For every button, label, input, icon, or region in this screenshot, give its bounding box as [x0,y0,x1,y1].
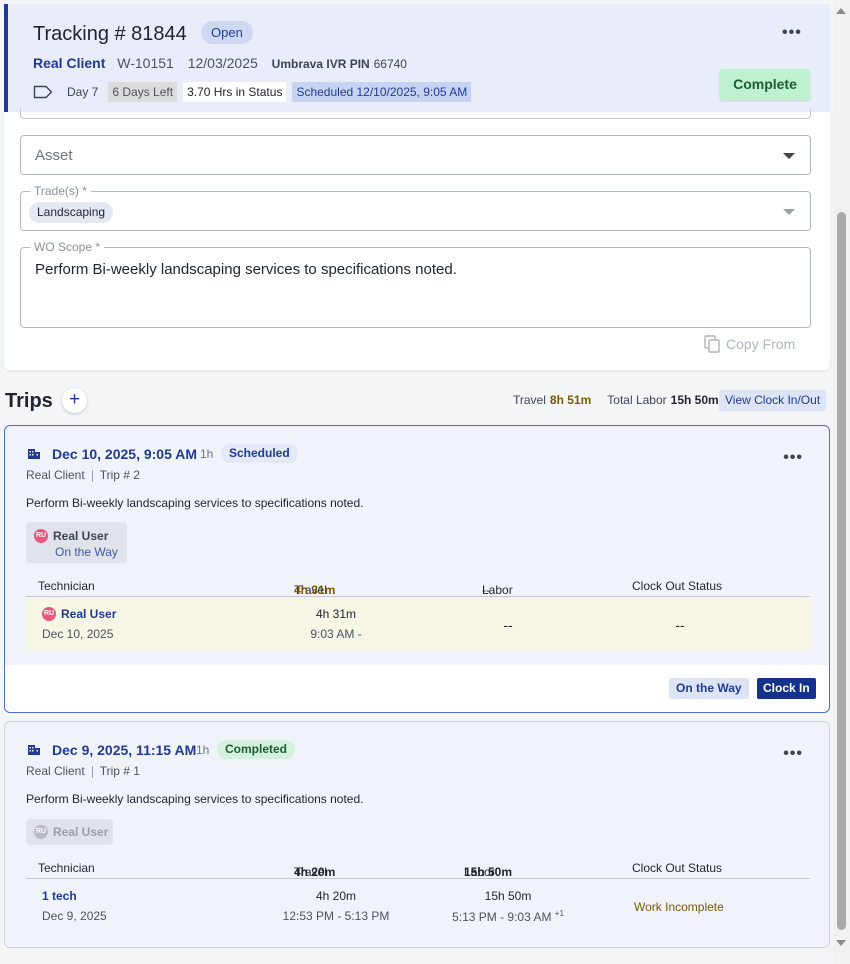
trips-title: Trips [5,390,53,412]
day-chip: Day 7 [67,85,99,99]
travel-value: 8h 51m [549,393,592,407]
trip-card[interactable]: Dec 9, 2025, 11:15 AM 1h Completed ••• R… [4,721,830,948]
scrollbar[interactable] [833,0,850,964]
chevron-down-icon [783,153,795,159]
scroll-down-icon[interactable] [836,940,846,946]
copy-icon [704,335,720,353]
asset-select[interactable]: Asset [20,135,811,175]
copy-from-button[interactable]: Copy From [704,335,795,353]
col-clock-out-status: Clock Out Status [632,579,723,593]
trip-actions: On the Way Clock In [5,665,829,712]
building-icon [27,742,41,756]
user-name: Real User [53,529,109,543]
client-link[interactable]: Real Client [33,55,105,71]
page-title: Tracking # 81844 [33,23,187,45]
previous-field[interactable] [20,108,811,119]
total-labor-value: 15h 50m [670,393,719,407]
ivr-pin: 66740 [373,57,407,71]
col-technician: Technician [38,861,95,875]
header-details: Real Client W-10151 12/03/2025 Umbrava I… [33,55,407,71]
wo-date: 12/03/2025 [187,55,258,71]
row-travel: 4h 31m [315,607,357,621]
trade-chip[interactable]: Landscaping [29,202,114,223]
more-options-icon[interactable]: ••• [783,450,803,466]
assigned-user-chip[interactable]: RU Real User On the Way [26,522,127,563]
user-name: Real User [53,825,109,839]
trip-client: Real Client [26,764,85,778]
on-the-way-button[interactable]: On the Way [669,678,749,699]
table-row[interactable]: 1 tech Dec 9, 2025 4h 20m 12:53 PM - 5:1… [26,880,810,932]
wo-scope-textarea[interactable]: WO Scope * Perform Bi-weekly landscaping… [20,240,811,328]
ivr-label: Umbrava IVR PIN [271,57,370,71]
trip-table-header: Technician Travel 4h 31m Labor -- Clock … [26,575,810,597]
complete-button[interactable]: Complete [720,69,810,100]
row-clock-out: -- [675,617,685,633]
scope-label: WO Scope * [30,240,105,254]
trips-summary: Travel 8h 51m Total Labor 15h 50m [513,393,719,407]
wo-number: W-10151 [117,55,174,71]
tag-icon [33,85,53,99]
avatar: RU [42,607,56,621]
row-technician[interactable]: 1 tech [42,889,77,903]
row-clock-out: Work Incomplete [634,900,724,914]
scope-text: Perform Bi-weekly landscaping services t… [35,261,457,278]
total-labor-label: Total Labor [607,393,667,407]
more-options-icon[interactable]: ••• [782,25,802,41]
trip-subtitle: Real Client Trip # 2 [26,468,140,482]
assigned-user-chip: RU Real User [26,819,113,845]
col-technician: Technician [38,579,95,593]
row-labor: -- [503,617,513,633]
trip-description: Perform Bi-weekly landscaping services t… [26,496,364,510]
trades-label: Trade(s) * [30,184,91,198]
scrollbar-thumb[interactable] [837,212,846,930]
trip-subtitle: Real Client Trip # 1 [26,764,140,778]
scroll-up-icon[interactable] [836,8,846,14]
trip-duration: 1h [196,743,210,757]
trip-number: Trip # 2 [99,468,140,482]
work-order-header: Tracking # 81844 Open ••• Real Client W-… [4,4,830,112]
trip-status-badge: Completed [217,740,296,759]
more-options-icon[interactable]: ••• [783,746,803,762]
trip-date: Dec 9, 2025, 11:15 AM [52,742,197,758]
row-tech-date: Dec 9, 2025 [42,909,107,923]
row-technician[interactable]: Real User [61,607,116,621]
header-status-chips: Day 7 6 Days Left 3.70 Hrs in Status Sch… [33,82,472,102]
add-trip-button[interactable]: + [62,388,87,413]
row-travel-range: 9:03 AM - [310,627,362,641]
avatar: RU [34,825,48,839]
row-tech-date: Dec 10, 2025 [42,627,114,641]
asset-placeholder: Asset [35,147,73,164]
trip-number: Trip # 1 [99,764,140,778]
trades-select[interactable]: Trade(s) * Landscaping [20,184,811,231]
avatar: RU [34,529,48,543]
building-icon [27,446,41,460]
days-left-chip: 6 Days Left [108,82,178,102]
row-travel: 4h 20m [315,889,357,903]
travel-label: Travel [513,393,546,407]
row-labor: 15h 50m [484,889,532,903]
user-status: On the Way [55,545,118,559]
trip-date: Dec 10, 2025, 9:05 AM [52,446,198,462]
trip-duration: 1h [200,447,214,461]
row-travel-range: 12:53 PM - 5:13 PM [282,909,390,923]
hrs-in-status-chip: 3.70 Hrs in Status [183,82,287,102]
status-badge: Open [201,21,253,44]
trip-table-header: Technician Travel 4h 20m Labor 15h 50m C… [26,857,810,879]
trip-card[interactable]: Dec 10, 2025, 9:05 AM 1h Scheduled ••• R… [4,425,830,713]
work-order-form: Asset Trade(s) * Landscaping WO Scope * … [4,108,830,370]
trip-client: Real Client [26,468,85,482]
clock-in-button[interactable]: Clock In [757,678,816,699]
trip-status-badge: Scheduled [221,444,298,463]
scheduled-chip: Scheduled 12/10/2025, 9:05 AM [292,82,472,102]
row-labor-range: 5:13 PM - 9:03 AM +1 [452,909,564,924]
view-clock-in-out-button[interactable]: View Clock In/Out [719,390,827,411]
copy-from-label: Copy From [726,336,796,352]
table-row[interactable]: RU Real User Dec 10, 2025 4h 31m 9:03 AM… [26,598,810,650]
trip-description: Perform Bi-weekly landscaping services t… [26,792,364,806]
chevron-down-icon [783,209,795,215]
col-clock-out-status: Clock Out Status [632,861,723,875]
